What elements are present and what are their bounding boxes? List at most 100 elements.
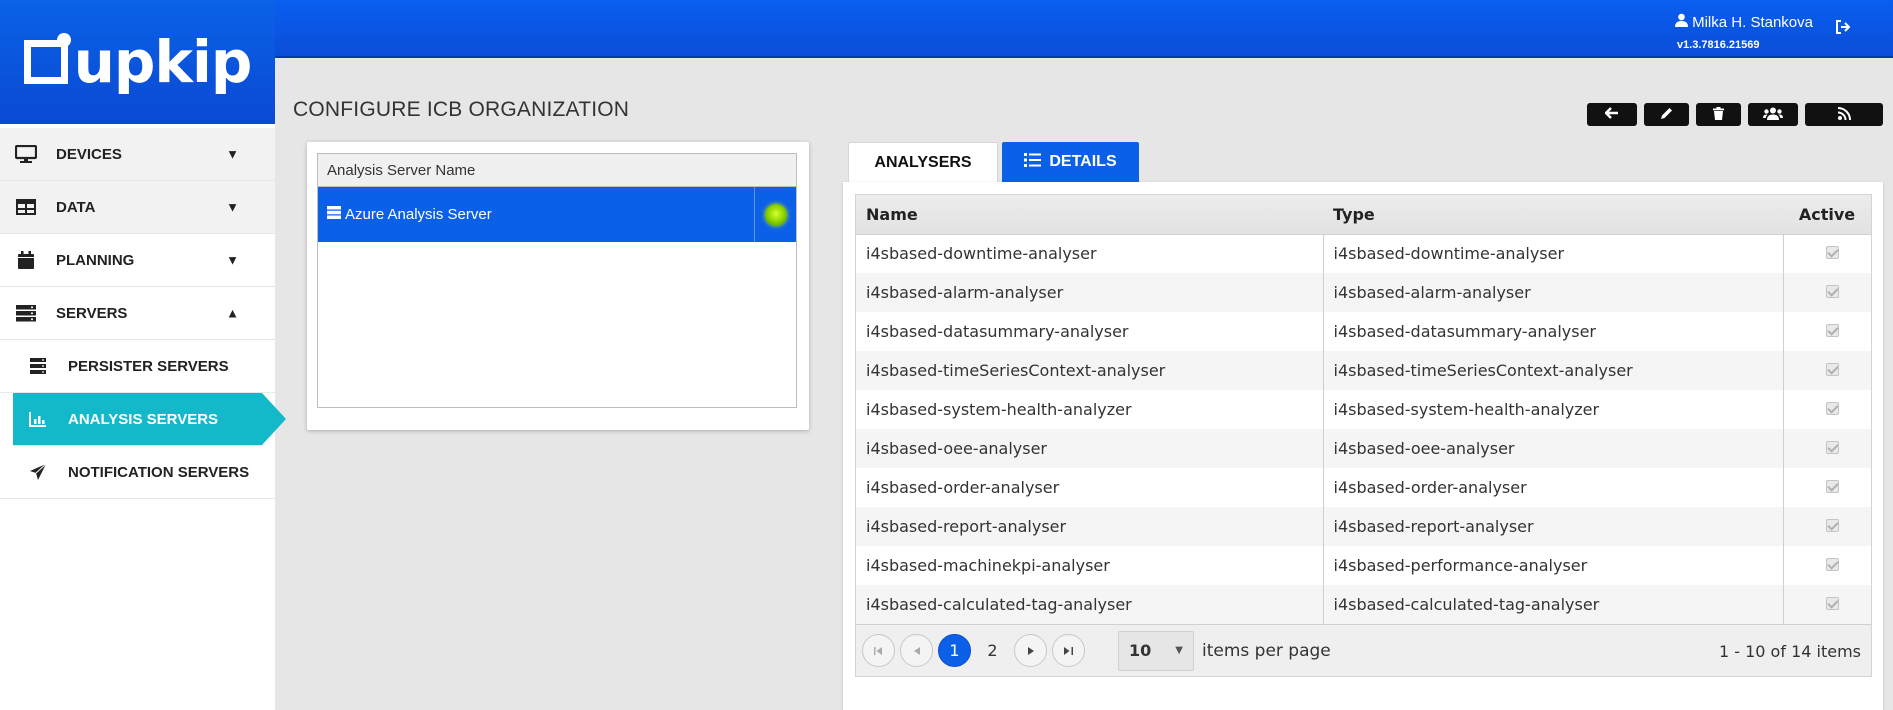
logout-icon[interactable] <box>1835 20 1851 39</box>
page-title: CONFIGURE ICB ORGANIZATION <box>293 98 630 121</box>
items-per-page-label: items per page <box>1202 640 1331 661</box>
page-2-button[interactable]: 2 <box>976 634 1009 667</box>
user-name: Milka H. Stankova <box>1692 14 1813 31</box>
app-version: v1.3.7816.21569 <box>1676 39 1760 51</box>
analyser-type-cell: i4sbased-timeSeriesContext-analyser <box>1323 351 1784 390</box>
trash-icon <box>1713 106 1724 123</box>
delete-button[interactable] <box>1696 103 1741 126</box>
active-checkbox <box>1783 351 1871 390</box>
table-header-row: Name Type Active <box>856 195 1871 235</box>
table-row[interactable]: i4sbased-system-health-analyzer i4sbased… <box>856 390 1871 429</box>
status-online-icon <box>764 203 787 226</box>
server-name: Azure Analysis Server <box>345 206 492 223</box>
page-size-select[interactable]: 10 ▼ <box>1118 630 1194 671</box>
next-page-icon[interactable] <box>1014 634 1047 667</box>
edit-button[interactable] <box>1644 103 1689 126</box>
analyser-type-cell: i4sbased-datasummary-analyser <box>1323 312 1784 351</box>
server-name-cell: Azure Analysis Server <box>318 206 754 223</box>
tab-analysers[interactable]: ANALYSERS <box>848 142 998 182</box>
sidebar-item-data[interactable]: DATA ▼ <box>0 181 275 234</box>
monitor-icon <box>14 144 38 164</box>
server-row[interactable]: Azure Analysis Server <box>318 187 796 242</box>
grid-header-analysis-server-name[interactable]: Analysis Server Name <box>318 154 796 187</box>
server-icon <box>28 356 48 376</box>
rss-icon <box>1837 106 1851 123</box>
analyser-type-cell: i4sbased-alarm-analyser <box>1323 273 1784 312</box>
last-page-icon[interactable] <box>1052 634 1085 667</box>
server-icon <box>14 303 38 323</box>
calendar-icon <box>14 250 38 270</box>
detail-tabs: ANALYSERS DETAILS <box>848 142 1139 182</box>
analyser-type-cell: i4sbased-calculated-tag-analyser <box>1323 585 1784 624</box>
sidebar-item-persister-servers[interactable]: PERSISTER SERVERS <box>0 340 275 393</box>
table-row[interactable]: i4sbased-machinekpi-analyser i4sbased-pe… <box>856 546 1871 585</box>
pencil-icon <box>1660 107 1673 123</box>
column-header-type[interactable]: Type <box>1323 195 1783 235</box>
analyser-name-cell: i4sbased-alarm-analyser <box>856 273 1324 312</box>
tab-details[interactable]: DETAILS <box>1002 142 1139 182</box>
analyser-type-cell: i4sbased-system-health-analyzer <box>1323 390 1784 429</box>
brand-logo[interactable]: upkip <box>0 0 275 124</box>
table-row[interactable]: i4sbased-calculated-tag-analyser i4sbase… <box>856 585 1871 624</box>
table-row[interactable]: i4sbased-report-analyser i4sbased-report… <box>856 507 1871 546</box>
bar-chart-icon <box>28 409 48 429</box>
analysers-table: Name Type Active i4sbased-downtime-analy… <box>856 195 1871 624</box>
analysers-grid: Name Type Active i4sbased-downtime-analy… <box>855 194 1872 677</box>
column-header-active[interactable]: Active <box>1783 195 1871 235</box>
sidebar-item-label: DATA <box>56 198 96 216</box>
back-button[interactable] <box>1587 103 1637 126</box>
analysers-panel: Name Type Active i4sbased-downtime-analy… <box>843 182 1883 710</box>
sidebar-item-label: NOTIFICATION SERVERS <box>68 463 250 481</box>
table-row[interactable]: i4sbased-datasummary-analyser i4sbased-d… <box>856 312 1871 351</box>
sidebar-item-servers[interactable]: SERVERS ▲ <box>0 287 275 340</box>
table-row[interactable]: i4sbased-oee-analyser i4sbased-oee-analy… <box>856 429 1871 468</box>
analyser-type-cell: i4sbased-order-analyser <box>1323 468 1784 507</box>
prev-page-icon[interactable] <box>900 634 933 667</box>
active-checkbox <box>1783 507 1871 546</box>
active-checkbox <box>1783 468 1871 507</box>
users-button[interactable] <box>1748 103 1798 126</box>
sidebar-item-label: PERSISTER SERVERS <box>68 357 229 375</box>
active-checkbox <box>1783 312 1871 351</box>
sidebar-item-notification-servers[interactable]: NOTIFICATION SERVERS <box>0 446 275 499</box>
page-1-button[interactable]: 1 <box>938 634 971 667</box>
sidebar-item-devices[interactable]: DEVICES ▼ <box>0 128 275 181</box>
active-checkbox <box>1783 546 1871 585</box>
sidebar-item-label: DEVICES <box>56 145 122 163</box>
logo-mark-icon <box>23 33 71 84</box>
active-checkbox <box>1783 273 1871 312</box>
user-info[interactable]: Milka H. Stankova v1.3.7816.21569 <box>1674 13 1813 51</box>
users-icon <box>1763 107 1783 123</box>
sidebar-item-label: SERVERS <box>56 304 128 322</box>
feed-button[interactable] <box>1805 103 1883 126</box>
table-row[interactable]: i4sbased-order-analyser i4sbased-order-a… <box>856 468 1871 507</box>
table-row[interactable]: i4sbased-timeSeriesContext-analyser i4sb… <box>856 351 1871 390</box>
back-arrow-icon <box>1604 107 1619 122</box>
table-row[interactable]: i4sbased-downtime-analyser i4sbased-down… <box>856 234 1871 273</box>
column-header-name[interactable]: Name <box>856 195 1323 235</box>
sidebar-item-label: ANALYSIS SERVERS <box>68 410 219 428</box>
analyser-name-cell: i4sbased-report-analyser <box>856 507 1324 546</box>
first-page-icon[interactable] <box>862 634 895 667</box>
server-status-cell <box>754 187 796 242</box>
sidebar-item-planning[interactable]: PLANNING ▼ <box>0 234 275 287</box>
analyser-type-cell: i4sbased-oee-analyser <box>1323 429 1784 468</box>
pager-info: 1 - 10 of 14 items <box>1718 642 1861 661</box>
caret-down-icon: ▼ <box>226 199 239 215</box>
top-header: Milka H. Stankova v1.3.7816.21569 <box>275 0 1893 58</box>
analyser-name-cell: i4sbased-machinekpi-analyser <box>856 546 1324 585</box>
table-row[interactable]: i4sbased-alarm-analyser i4sbased-alarm-a… <box>856 273 1871 312</box>
caret-down-icon: ▼ <box>226 146 239 162</box>
analyser-name-cell: i4sbased-datasummary-analyser <box>856 312 1324 351</box>
active-checkbox <box>1783 234 1871 273</box>
sidebar-item-label: PLANNING <box>56 251 135 269</box>
active-checkbox <box>1783 585 1871 624</box>
user-icon <box>1674 13 1692 31</box>
analyser-type-cell: i4sbased-downtime-analyser <box>1323 234 1784 273</box>
analyser-name-cell: i4sbased-order-analyser <box>856 468 1324 507</box>
active-checkbox <box>1783 429 1871 468</box>
analyser-name-cell: i4sbased-timeSeriesContext-analyser <box>856 351 1324 390</box>
grid-pager: 1 2 10 ▼ items per page 1 - 10 of 14 ite… <box>856 624 1871 676</box>
sidebar-item-analysis-servers[interactable]: ANALYSIS SERVERS <box>13 393 286 446</box>
analyser-name-cell: i4sbased-system-health-analyzer <box>856 390 1324 429</box>
